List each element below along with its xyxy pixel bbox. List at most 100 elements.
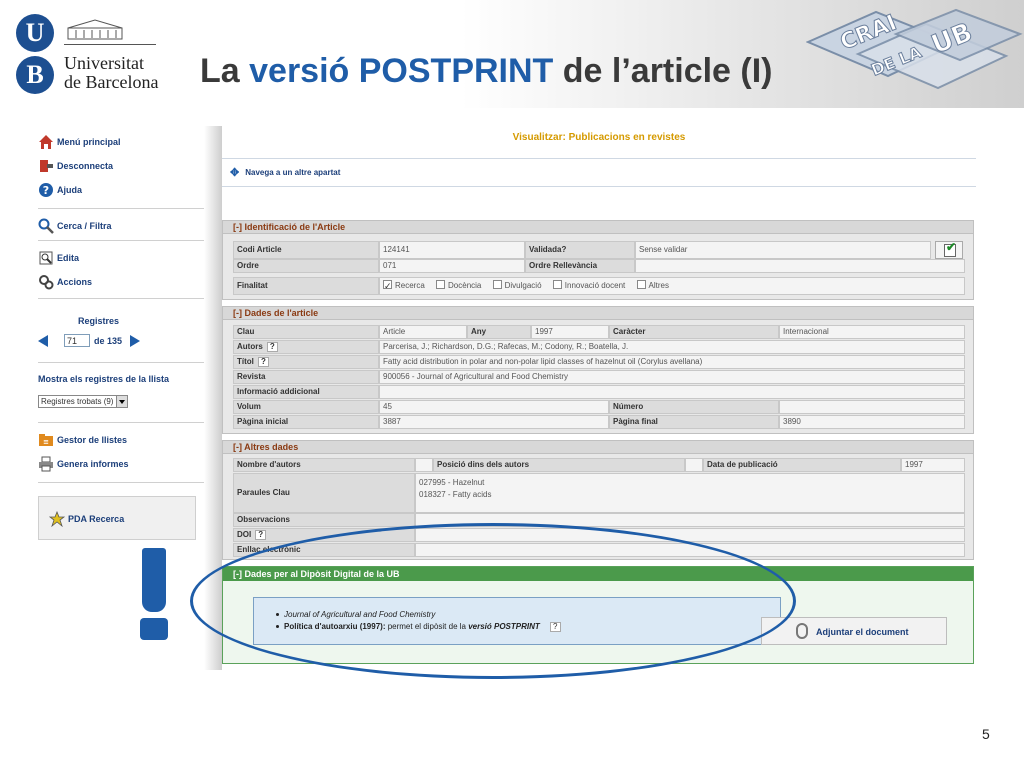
autors-value: Parcerisa, J.; Richardson, D.G.; Rafecas… <box>379 340 965 354</box>
record-number-input[interactable] <box>64 334 90 347</box>
navega-link[interactable]: ✥ Navega a un altre apartat <box>230 166 340 179</box>
university-line-2: de Barcelona <box>64 72 159 92</box>
titol-label-text: Títol <box>237 357 254 366</box>
list-item: Journal of Agricultural and Food Chemist… <box>276 610 780 619</box>
finalitat-altres[interactable]: Altres <box>636 278 669 294</box>
adjuntar-document-button[interactable]: Adjuntar el document <box>761 617 947 645</box>
sidebar-item-genera[interactable]: Genera informes <box>38 456 129 472</box>
divider <box>222 158 976 159</box>
sidebar-item-gestor[interactable]: ≡ Gestor de llistes <box>38 432 127 448</box>
university-name: Universitat de Barcelona <box>64 54 158 92</box>
section-altres-dades: [-] Altres dades Nombre d'autors Posició… <box>222 440 974 560</box>
info-addicional-value <box>379 385 965 399</box>
sidebar-item-edita[interactable]: Edita <box>38 250 79 266</box>
ub-logo-u: U <box>16 14 54 52</box>
panel-divider <box>204 126 224 670</box>
edit-icon <box>38 250 54 266</box>
sidebar-divider <box>38 362 210 363</box>
validate-button[interactable]: ✔ <box>935 240 963 259</box>
records-select[interactable]: Registres trobats (9) <box>38 395 128 408</box>
finalitat-option-label: Altres <box>648 281 669 290</box>
finalitat-options: Recerca Docència Divulgació Innovació do… <box>379 277 965 295</box>
finalitat-recerca[interactable]: Recerca <box>383 278 425 294</box>
sidebar-label: Genera informes <box>57 459 129 469</box>
list-item: Política d'autoarxiu (1997): permet el d… <box>276 622 780 632</box>
logout-icon <box>38 158 54 174</box>
navigate-icon: ✥ <box>230 167 240 179</box>
printer-icon <box>38 456 54 472</box>
divider <box>222 186 976 187</box>
help-icon[interactable]: ? <box>549 622 561 632</box>
paraules-clau-label: Paraules Clau <box>233 473 415 513</box>
posicio-value <box>685 458 703 472</box>
sidebar-divider <box>38 208 210 209</box>
numero-value <box>779 400 965 414</box>
section-diposit-digital: [-] Dades per al Dipòsit Digital de la U… <box>222 566 974 664</box>
sidebar-label: Ajuda <box>57 185 83 195</box>
help-icon[interactable]: ? <box>266 342 278 352</box>
previous-record-icon[interactable] <box>38 334 48 347</box>
finalitat-innovacio[interactable]: Innovació docent <box>552 278 626 294</box>
pagina-inicial-label: Pàgina inicial <box>233 415 379 429</box>
titol-label: Títol? <box>233 355 379 369</box>
sidebar-label: Menú principal <box>57 137 121 147</box>
sidebar-item-desconnecta[interactable]: Desconnecta <box>38 158 113 174</box>
help-icon[interactable]: ? <box>255 530 267 540</box>
keyword-item: 018327 - Fatty acids <box>419 490 492 499</box>
folder-icon: ≡ <box>38 432 54 448</box>
codi-label: Codi Article <box>233 241 379 259</box>
next-record-icon[interactable] <box>130 334 141 347</box>
help-icon[interactable]: ? <box>257 357 269 367</box>
checkbox-icon <box>436 280 446 289</box>
sidebar-item-menu-principal[interactable]: Menú principal <box>38 134 121 150</box>
record-view: Visualitzar: Publicacions en revistes ✥ … <box>222 126 976 670</box>
validada-value: Sense validar <box>635 241 931 259</box>
pagina-final-label: Pàgina final <box>609 415 779 429</box>
building-icon <box>67 19 123 40</box>
policy-info-box: Journal of Agricultural and Food Chemist… <box>253 597 781 645</box>
finalitat-divulgacio[interactable]: Divulgació <box>492 278 542 294</box>
sidebar-item-pda[interactable]: PDA Recerca <box>48 510 125 528</box>
checkbox-checked-icon <box>383 278 392 294</box>
section-header: [-] Dades per al Dipòsit Digital de la U… <box>223 567 973 581</box>
page-number: 5 <box>982 726 990 742</box>
sidebar-item-accions[interactable]: Accions <box>38 274 92 290</box>
caracter-label: Caràcter <box>609 325 779 339</box>
titol-value: Fatty acid distribution in polar and non… <box>379 355 965 369</box>
registres-label: Registres <box>78 316 120 326</box>
finalitat-option-label: Innovació docent <box>564 281 626 290</box>
nombre-autors-value <box>415 458 433 472</box>
collapse-toggle[interactable]: [-] <box>233 222 242 232</box>
ordre-value: 071 <box>379 259 525 273</box>
sidebar-label: PDA Recerca <box>68 514 125 524</box>
mostra-label: Mostra els registres de la llista <box>38 374 170 384</box>
collapse-toggle[interactable]: [-] <box>233 442 242 452</box>
collapse-toggle[interactable]: [-] <box>233 569 242 579</box>
revista-value: 900056 - Journal of Agricultural and Foo… <box>379 370 965 384</box>
enllac-value <box>415 543 965 557</box>
journal-name: Journal of Agricultural and Food Chemist… <box>284 610 436 619</box>
section-dades-article: [-] Dades de l'article Clau Article Any … <box>222 306 974 434</box>
observacions-label: Observacions <box>233 513 415 527</box>
sidebar-item-ajuda[interactable]: ? Ajuda <box>38 182 82 198</box>
search-icon <box>38 218 54 234</box>
posicio-label: Posició dins dels autors <box>433 458 685 472</box>
collapse-toggle[interactable]: [-] <box>233 308 242 318</box>
adjuntar-label: Adjuntar el document <box>816 627 909 637</box>
sidebar-divider <box>38 298 210 299</box>
section-header-label: Dades de l'article <box>244 308 319 318</box>
checkbox-icon <box>552 280 562 289</box>
autors-label-text: Autors <box>237 342 263 351</box>
finalitat-docencia[interactable]: Docència <box>436 278 481 294</box>
home-icon <box>38 134 54 150</box>
caracter-value: Internacional <box>779 325 965 339</box>
paraules-clau-value: 027995 - Hazelnut 018327 - Fatty acids <box>415 473 965 513</box>
section-identificacio: [-] Identificació de l'Article Codi Arti… <box>222 220 974 300</box>
svg-text:≡: ≡ <box>43 438 49 446</box>
info-addicional-label: Informació addicional <box>233 385 379 399</box>
section-header-label: Dades per al Dipòsit Digital de la UB <box>244 569 400 579</box>
volum-label: Volum <box>233 400 379 414</box>
doi-value <box>415 528 965 542</box>
sidebar-item-cerca[interactable]: Cerca / Filtra <box>38 218 112 234</box>
navega-label: Navega a un altre apartat <box>245 168 341 177</box>
